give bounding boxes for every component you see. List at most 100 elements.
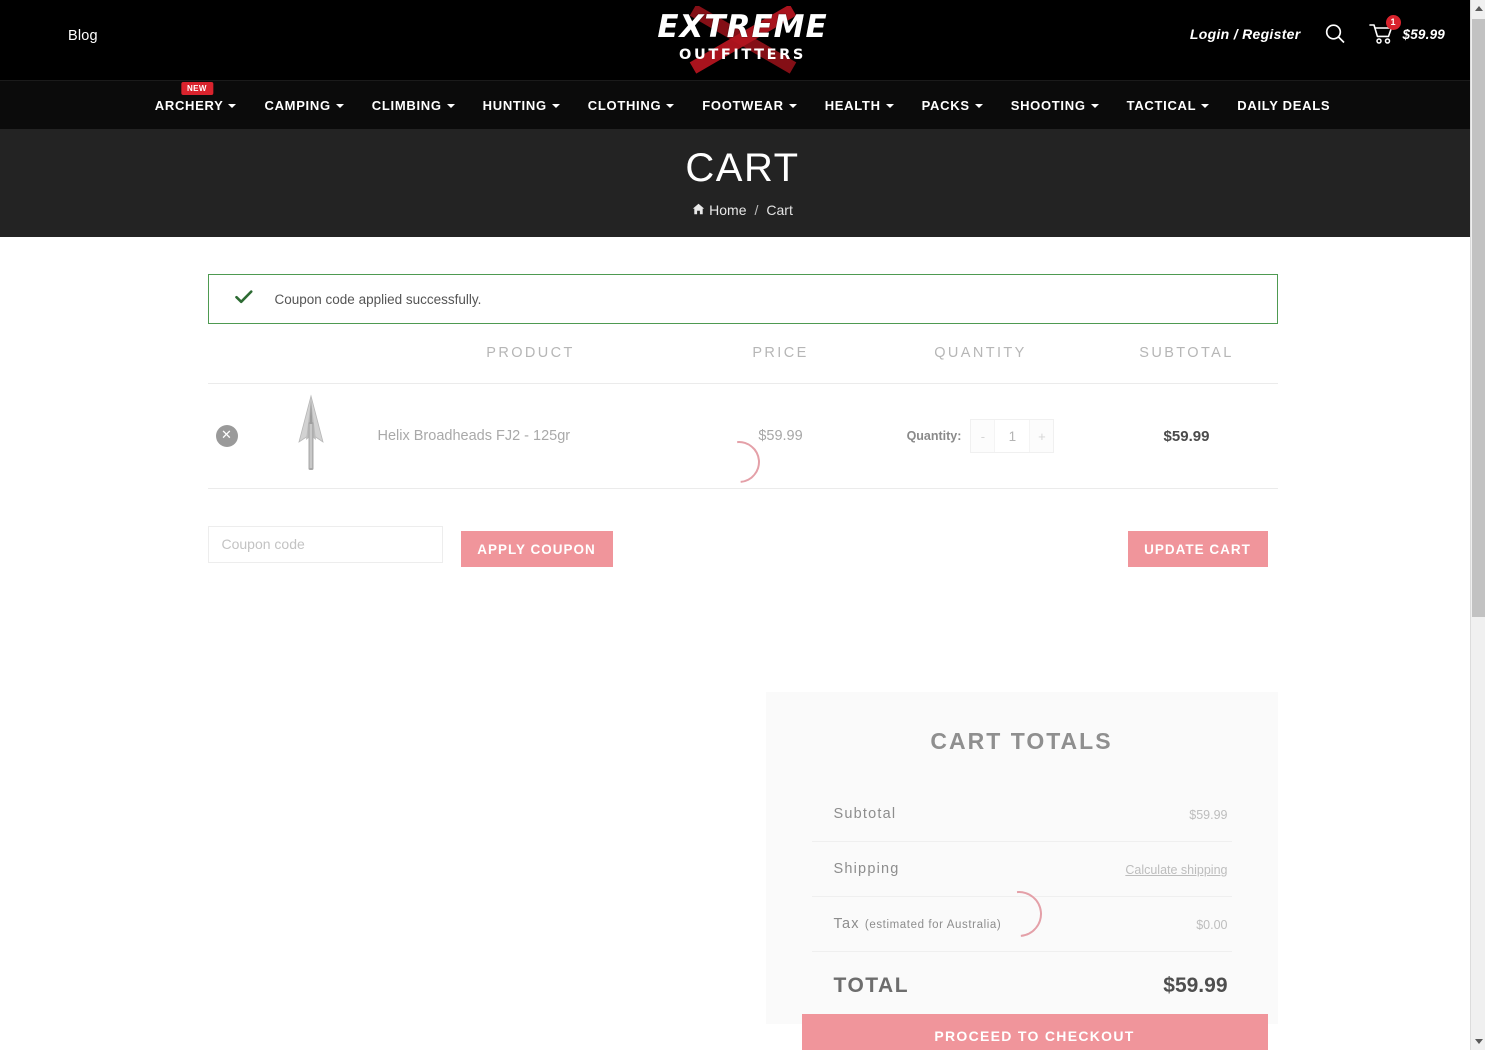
- proceed-to-checkout-button[interactable]: PROCEED TO CHECKOUT: [801, 1014, 1268, 1050]
- nav-item-packs[interactable]: PACKS: [908, 98, 997, 113]
- blog-link[interactable]: Blog: [68, 28, 98, 44]
- nav-item-label: ARCHERY: [154, 97, 224, 113]
- totals-value-tax: $0.00: [1196, 918, 1228, 932]
- nav-item-daily-deals[interactable]: DAILY DEALS: [1223, 98, 1344, 113]
- quantity-input[interactable]: 1: [994, 420, 1031, 452]
- nav-item-archery[interactable]: NEW ARCHERY: [141, 81, 251, 113]
- totals-label-total: TOTAL: [833, 974, 910, 997]
- calculate-shipping-link[interactable]: Calculate shipping: [1125, 861, 1227, 877]
- col-header-product: PRODUCT: [486, 345, 575, 361]
- nav-item-label: DAILY DEALS: [1237, 97, 1331, 113]
- coupon-row: APPLY COUPON UPDATE CART: [207, 514, 1278, 574]
- chevron-down-icon: [228, 104, 237, 108]
- nav-item-label: FOOTWEAR: [702, 97, 784, 113]
- coupon-input[interactable]: [207, 525, 443, 563]
- chevron-down-icon: [551, 104, 560, 108]
- breadcrumb-current: Cart: [766, 202, 793, 218]
- chevron-down-icon: [885, 104, 894, 108]
- totals-label-tax: Tax (estimated for Australia): [834, 916, 1002, 932]
- col-header-subtotal: SUBTOTAL: [1139, 345, 1234, 361]
- nav-item-footwear[interactable]: FOOTWEAR: [688, 98, 810, 113]
- main-navigation: NEW ARCHERY CAMPING CLIMBING HUNTING CLOTHING…: [0, 81, 1485, 129]
- update-cart-button[interactable]: UPDATE CART: [1127, 531, 1268, 567]
- breadcrumb-separator: /: [754, 202, 759, 218]
- coupon-success-notice: Coupon code applied successfully.: [207, 274, 1278, 324]
- chevron-down-icon: [1090, 104, 1099, 108]
- breadcrumb-home-label: Home: [709, 202, 747, 218]
- page-title: CART: [685, 146, 800, 190]
- nav-item-label: TACTICAL: [1126, 97, 1197, 113]
- chevron-down-icon: [974, 104, 983, 108]
- check-glyph: [234, 289, 252, 303]
- chevron-down-icon: [1474, 1039, 1483, 1044]
- scroll-up-button[interactable]: [1471, 0, 1485, 17]
- totals-row-shipping: Shipping Calculate shipping: [811, 841, 1232, 896]
- nav-item-label: CLOTHING: [587, 97, 662, 113]
- chevron-down-icon: [788, 104, 797, 108]
- nav-item-clothing[interactable]: CLOTHING: [574, 98, 688, 113]
- product-thumbnail[interactable]: [256, 394, 366, 478]
- chevron-down-icon: [666, 104, 675, 108]
- totals-label-tax-main: Tax: [833, 916, 865, 932]
- product-name-link[interactable]: Helix Broadheads FJ2 - 125gr: [378, 428, 571, 444]
- site-header: Blog EXTREME OUTFITTERS Login / Register: [0, 0, 1485, 81]
- chevron-down-icon: [335, 104, 344, 108]
- nav-item-shooting[interactable]: SHOOTING: [997, 98, 1113, 113]
- col-header-remove: [208, 345, 256, 361]
- cart-totals-panel: CART TOTALS Subtotal $59.99 Shipping Cal…: [765, 692, 1278, 1050]
- remove-item-icon[interactable]: ✕: [215, 425, 238, 447]
- search-glyph: [1325, 24, 1345, 44]
- totals-value-total: $59.99: [1163, 974, 1228, 997]
- scroll-down-button[interactable]: [1471, 1033, 1485, 1050]
- broadhead-arrow-icon: [297, 394, 324, 470]
- nav-item-tactical[interactable]: TACTICAL: [1113, 98, 1224, 113]
- col-header-thumb: [256, 345, 366, 361]
- totals-value-subtotal: $59.99: [1189, 808, 1228, 822]
- nav-item-health[interactable]: HEALTH: [811, 98, 908, 113]
- nav-item-climbing[interactable]: CLIMBING: [358, 98, 469, 113]
- nav-item-label: SHOOTING: [1010, 97, 1086, 113]
- scrollbar-thumb[interactable]: [1472, 19, 1485, 617]
- col-header-price: PRICE: [752, 345, 809, 361]
- quantity-increase-button[interactable]: +: [1030, 420, 1054, 452]
- remove-cell: ✕: [208, 425, 256, 447]
- page-banner: CART Home / Cart: [0, 129, 1485, 237]
- quantity-stepper: - 1 +: [970, 419, 1055, 453]
- quantity-cell: Quantity: - 1 +: [866, 419, 1096, 453]
- quantity-label: Quantity:: [906, 429, 962, 443]
- content-container: Coupon code applied successfully. PRODUC…: [207, 274, 1278, 1050]
- cart-table-header: PRODUCT PRICE QUANTITY SUBTOTAL: [207, 345, 1278, 384]
- page-content: Coupon code applied successfully. PRODUC…: [0, 274, 1485, 1050]
- nav-item-label: CLIMBING: [371, 97, 442, 113]
- chevron-down-icon: [1201, 104, 1210, 108]
- totals-row-subtotal: Subtotal $59.99: [812, 787, 1232, 841]
- quantity-decrease-button[interactable]: -: [971, 420, 995, 452]
- nav-item-label: HEALTH: [824, 97, 881, 113]
- nav-item-label: PACKS: [921, 97, 970, 113]
- login-register-link[interactable]: Login / Register: [1190, 26, 1301, 42]
- nav-item-label: HUNTING: [482, 97, 547, 113]
- search-icon[interactable]: [1323, 22, 1347, 46]
- page-scrollbar[interactable]: [1470, 0, 1485, 1050]
- totals-label-tax-sub: (estimated for Australia): [864, 919, 1002, 931]
- nav-item-hunting[interactable]: HUNTING: [469, 98, 574, 113]
- chevron-down-icon: [446, 104, 455, 108]
- cart-totals-title: CART TOTALS: [930, 728, 1113, 754]
- site-logo[interactable]: EXTREME OUTFITTERS: [633, 6, 853, 76]
- chevron-up-icon: [1474, 6, 1483, 11]
- cart-button[interactable]: 1 $59.99: [1368, 15, 1446, 46]
- product-subtotal: $59.99: [1163, 427, 1210, 445]
- check-icon: [234, 289, 253, 309]
- cart-count-badge: 1: [1385, 15, 1401, 30]
- nav-new-badge: NEW: [180, 81, 213, 95]
- breadcrumb-home-link[interactable]: Home: [692, 202, 747, 218]
- logo-text: EXTREME: [657, 9, 828, 45]
- nav-item-camping[interactable]: CAMPING: [250, 98, 357, 113]
- header-actions: Login / Register 1 $59.99: [1190, 15, 1446, 46]
- product-name[interactable]: Helix Broadheads FJ2 - 125gr: [366, 428, 696, 444]
- notice-message: Coupon code applied successfully.: [274, 291, 482, 307]
- col-header-quantity: QUANTITY: [934, 345, 1027, 361]
- home-icon: [692, 202, 705, 218]
- nav-item-label: CAMPING: [264, 97, 331, 113]
- apply-coupon-button[interactable]: APPLY COUPON: [460, 531, 613, 567]
